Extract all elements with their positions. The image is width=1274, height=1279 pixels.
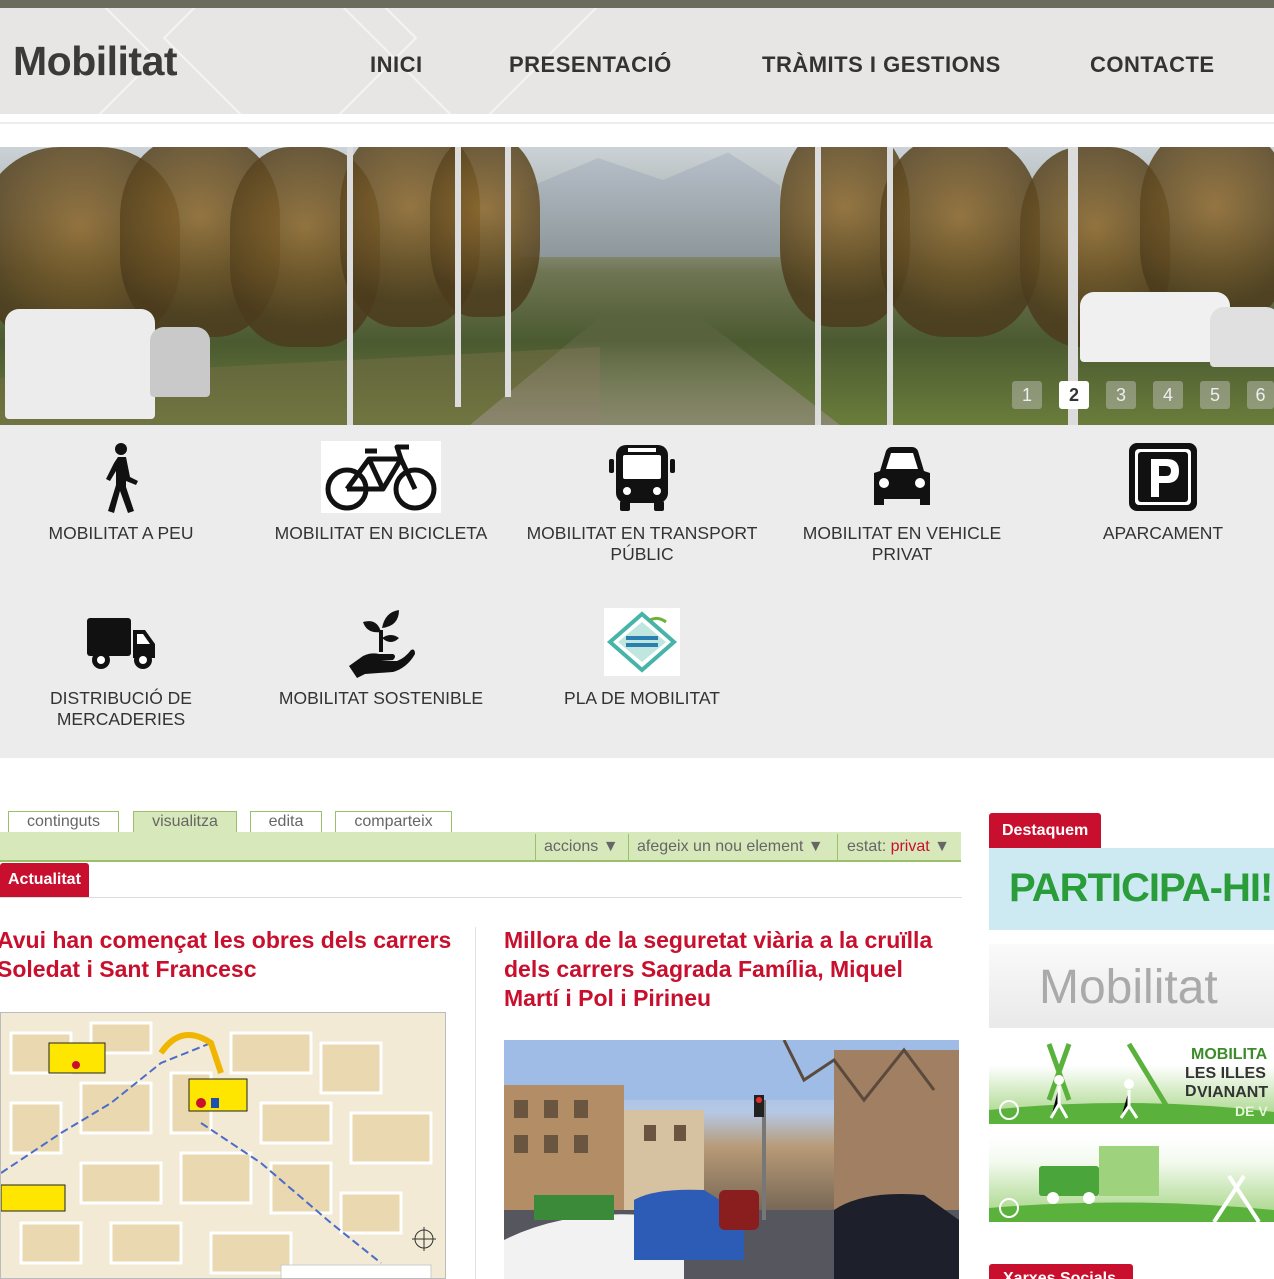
section-tag-actualitat: Actualitat xyxy=(0,863,89,897)
parked-car xyxy=(1210,307,1274,367)
bus-icon xyxy=(512,437,772,517)
category-pla-de-mobilitat[interactable]: PLA DE MOBILITAT xyxy=(512,602,772,709)
category-label: MOBILITAT EN BICICLETA xyxy=(274,523,488,543)
banner-mobilitat-text: Mobilitat xyxy=(1039,961,1218,1014)
category-grid: MOBILITAT A PEU MOBILITAT EN BICICLETA M… xyxy=(0,425,1274,758)
state-arrow: ▼ xyxy=(929,838,950,855)
category-label: APARCAMENT xyxy=(1102,523,1224,543)
news-image-map[interactable] xyxy=(0,1012,446,1279)
separator xyxy=(535,834,536,860)
nav-contacte[interactable]: CONTACTE xyxy=(1090,52,1215,78)
slider-page-1[interactable]: 1 xyxy=(1012,381,1042,409)
banner-participa[interactable]: PARTICIPA-HI! xyxy=(989,848,1274,930)
banner-distribucio[interactable] xyxy=(989,1136,1274,1222)
nav-inici[interactable]: INICI xyxy=(370,52,423,78)
news-image-street[interactable] xyxy=(504,1040,959,1279)
tab-continguts[interactable]: continguts xyxy=(8,811,119,833)
banner-mobilitat[interactable]: Mobilitat xyxy=(989,944,1274,1028)
category-aparcament[interactable]: APARCAMENT xyxy=(1033,437,1274,544)
category-mobilitat-a-peu[interactable]: MOBILITAT A PEU xyxy=(0,437,251,544)
plant-hand-icon xyxy=(251,602,511,682)
slider-page-3[interactable]: 3 xyxy=(1106,381,1136,409)
bicycle-icon xyxy=(251,437,511,517)
banner-participa-text: PARTICIPA-HI! xyxy=(1009,866,1273,910)
mountains xyxy=(520,152,780,257)
category-label: MOBILITAT A PEU xyxy=(48,523,194,543)
site-header: Mobilitat INICI PRESENTACIÓ TRÀMITS I GE… xyxy=(0,8,1274,114)
car-icon xyxy=(772,437,1032,517)
parked-van xyxy=(1080,292,1230,362)
state-menu[interactable]: estat: privat ▼ xyxy=(847,838,950,856)
section-divider xyxy=(0,897,962,898)
lamp-post xyxy=(505,147,511,397)
news-title-2[interactable]: Millora de la seguretat viària a la cruï… xyxy=(504,926,949,1013)
parked-car xyxy=(150,327,210,397)
pla-de-mobilitat-logo xyxy=(512,602,772,682)
parked-car xyxy=(5,309,155,419)
state-value: privat xyxy=(890,838,930,855)
section-tag-xarxes-socials: Xarxes Socials xyxy=(989,1264,1133,1279)
lamp-post xyxy=(815,147,821,425)
category-mobilitat-sostenible[interactable]: MOBILITAT SOSTENIBLE xyxy=(251,602,511,709)
news-title-1[interactable]: Avui han començat les obres dels carrers… xyxy=(0,926,457,984)
slider-page-5[interactable]: 5 xyxy=(1200,381,1230,409)
header-divider xyxy=(0,122,1274,124)
site-logo[interactable]: Mobilitat xyxy=(13,38,178,85)
category-mobilitat-transport-public[interactable]: MOBILITAT EN TRANSPORT PÚBLIC xyxy=(512,437,772,565)
category-label: MOBILITAT SOSTENIBLE xyxy=(278,688,484,708)
walking-person-icon xyxy=(0,437,251,517)
banner-line: DE V xyxy=(1235,1103,1268,1119)
category-label: MOBILITAT EN TRANSPORT PÚBLIC xyxy=(526,523,758,564)
lamp-post xyxy=(455,147,461,407)
tab-visualitza[interactable]: visualitza xyxy=(133,811,237,833)
nav-presentacio[interactable]: PRESENTACIÓ xyxy=(509,52,672,78)
lamp-post xyxy=(887,147,893,425)
lamp-post xyxy=(347,147,353,425)
category-label: DISTRIBUCIÓ DE MERCADERIES xyxy=(50,688,192,729)
column-divider xyxy=(475,927,476,1279)
tab-comparteix[interactable]: comparteix xyxy=(335,811,452,833)
slider-page-2[interactable]: 2 xyxy=(1059,381,1089,409)
actions-menu[interactable]: accions ▼ xyxy=(544,838,619,856)
category-mobilitat-en-bicicleta[interactable]: MOBILITAT EN BICICLETA xyxy=(251,437,511,544)
category-distribucio-mercaderies[interactable]: DISTRIBUCIÓ DE MERCADERIES xyxy=(0,602,251,730)
add-new-item-menu[interactable]: afegeix un nou element ▼ xyxy=(637,838,824,856)
slider-page-6[interactable]: 6 xyxy=(1247,381,1274,409)
category-label: MOBILITAT EN VEHICLE PRIVAT xyxy=(802,523,1002,564)
tree xyxy=(880,147,1040,337)
banner-line: VIANANT xyxy=(1197,1084,1269,1101)
slider-page-4[interactable]: 4 xyxy=(1153,381,1183,409)
category-mobilitat-vehicle-privat[interactable]: MOBILITAT EN VEHICLE PRIVAT xyxy=(772,437,1032,565)
nav-tramits[interactable]: TRÀMITS I GESTIONS xyxy=(762,52,1001,78)
category-label: PLA DE MOBILITAT xyxy=(564,688,720,708)
top-bar xyxy=(0,0,1274,8)
truck-icon xyxy=(0,602,251,682)
tree xyxy=(430,147,540,317)
section-tag-destaquem: Destaquem xyxy=(989,813,1102,849)
banner-line: MOBILITA xyxy=(1191,1046,1268,1063)
separator xyxy=(837,834,838,860)
banner-illes-vianants[interactable]: MOBILITA LES ILLES D VIANANT DE V xyxy=(989,1040,1274,1124)
state-label: estat: xyxy=(847,838,891,855)
separator xyxy=(628,834,629,860)
tab-edita[interactable]: edita xyxy=(250,811,322,833)
parking-icon xyxy=(1033,437,1274,517)
